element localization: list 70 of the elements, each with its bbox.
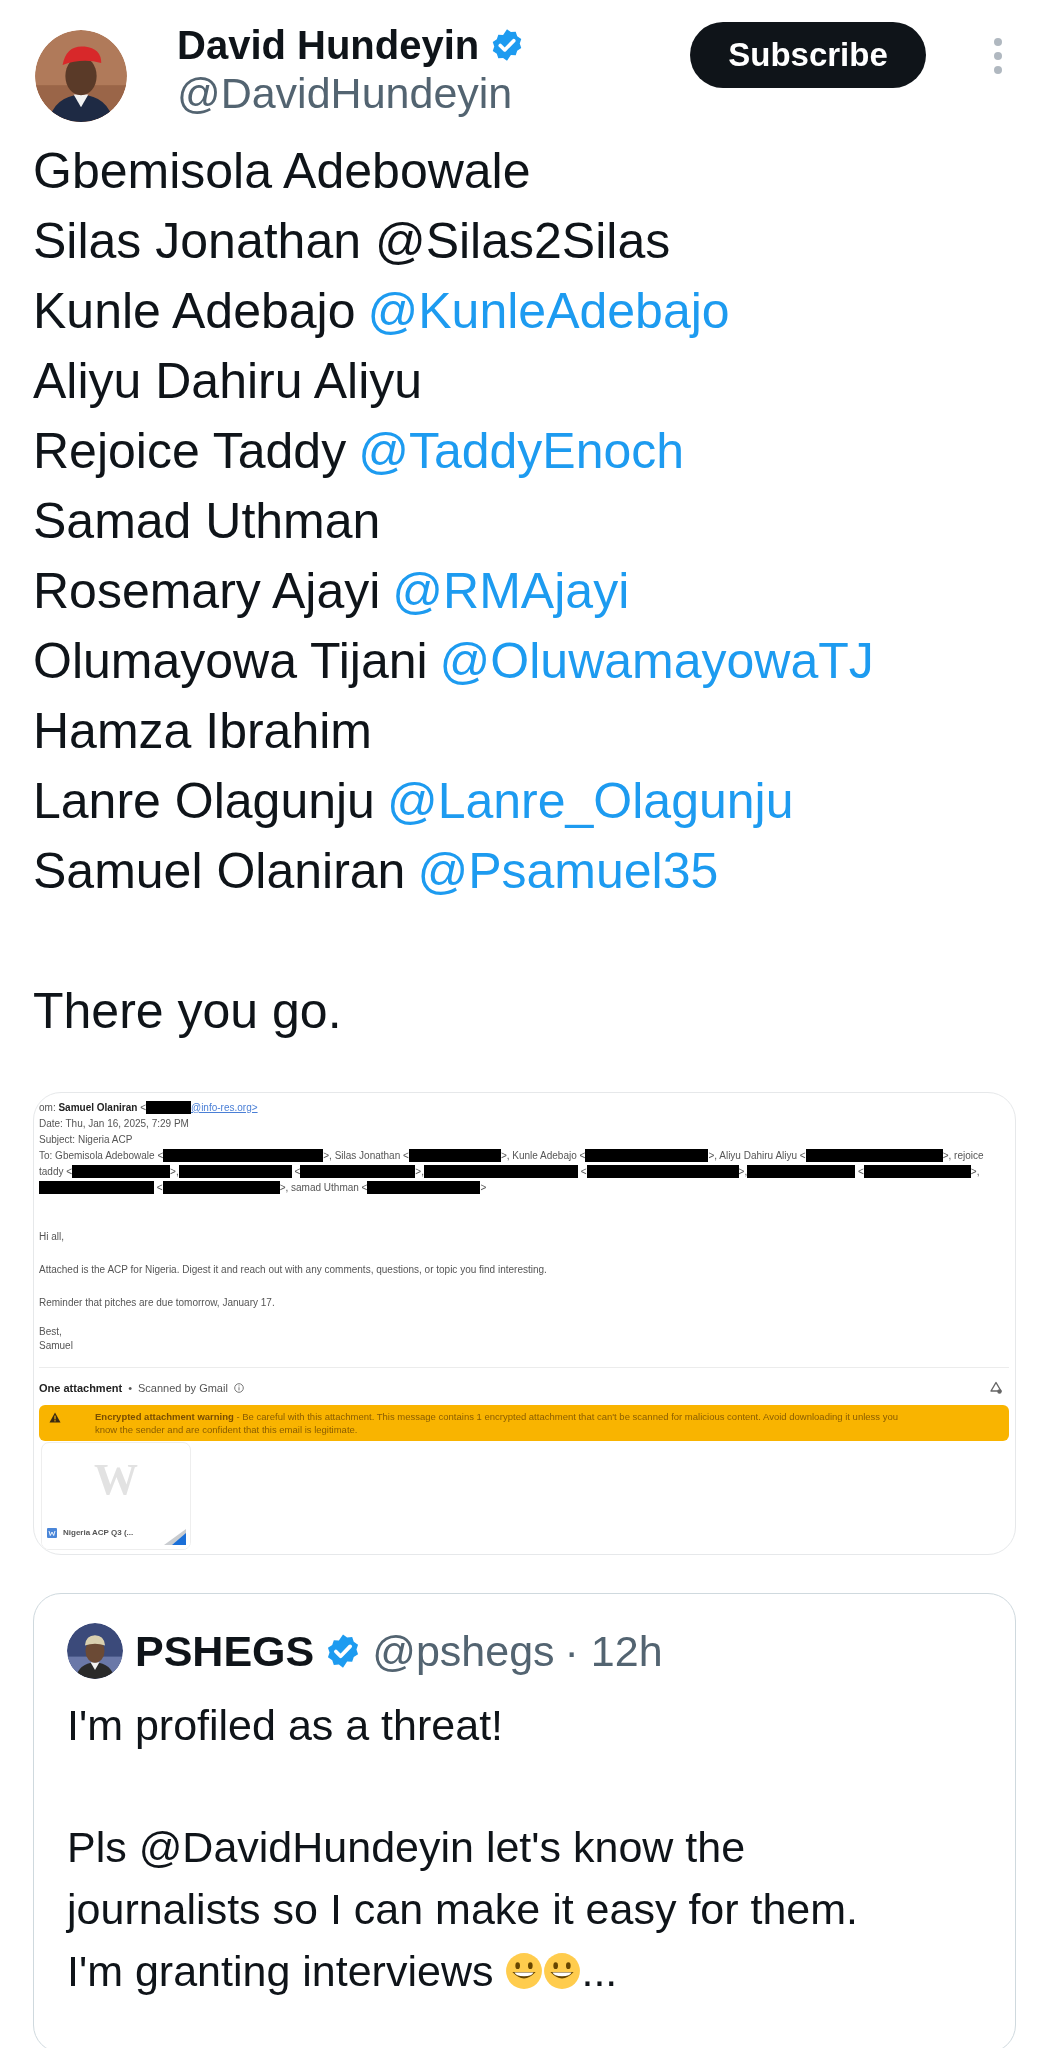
- separator-dot: •: [128, 1381, 132, 1396]
- email-signoff: Samuel: [39, 1339, 74, 1353]
- email-address-link[interactable]: @info-res.org>: [191, 1099, 258, 1115]
- email-header-text: >, Kunle Adebajo <: [500, 1148, 586, 1163]
- corner-fold-icon: [164, 1528, 186, 1545]
- quoted-tweet-text: I'm profiled as a threat!: [67, 1699, 505, 1751]
- more-options-icon[interactable]: [992, 36, 1004, 76]
- redaction-bar: [146, 1100, 191, 1114]
- grinning-face-icon: [543, 1951, 582, 1990]
- author-handle[interactable]: @DavidHundeyin: [177, 68, 526, 118]
- add-to-drive-icon[interactable]: [989, 1381, 1003, 1396]
- email-header-text: >,: [415, 1164, 424, 1179]
- word-document-icon: [47, 1527, 57, 1538]
- journalist-name: Gbemisola Adebowale: [33, 142, 531, 201]
- email-header-text: <: [579, 1164, 587, 1179]
- email-header-text: Date: Thu, Jan 16, 2025, 7:29 PM: [39, 1116, 189, 1131]
- journalist-name: Olumayowa Tijani: [33, 632, 428, 691]
- email-header-text: <: [857, 1164, 864, 1179]
- email-body-text: Reminder that pitches are due tomorrow, January 17.: [39, 1296, 276, 1310]
- email-header-text: taddy <: [39, 1164, 73, 1179]
- journalist-name: Hamza Ibrahim: [33, 702, 372, 761]
- journalist-name: Rosemary Ajayi: [33, 562, 381, 621]
- email-header-text: >: [480, 1180, 487, 1195]
- attachment-filename: Nigeria ACP Q3 (...: [63, 1526, 134, 1539]
- warning-icon: [49, 1411, 61, 1423]
- info-icon[interactable]: [233, 1383, 244, 1394]
- email-header-text: >, samad Uthman <: [279, 1180, 368, 1195]
- journalist-name: Kunle Adebajo: [33, 282, 356, 341]
- mention-link[interactable]: @RMAjayi: [392, 556, 630, 626]
- email-header-text: >,: [170, 1164, 179, 1179]
- email-header-text: <: [293, 1164, 301, 1179]
- scan-note: Scanned by Gmail: [138, 1381, 228, 1396]
- post-time: · 12h: [564, 1626, 663, 1677]
- email-body-text: Hi all,: [39, 1230, 65, 1244]
- subscribe-button[interactable]: Subscribe: [690, 22, 926, 88]
- quoted-tweet-text: Pls @DavidHundeyin let's know the: [67, 1821, 746, 1873]
- mention-link[interactable]: @KunleAdebajo: [367, 276, 730, 346]
- mention-link[interactable]: @TaddyEnoch: [358, 416, 685, 486]
- attachment-count: One attachment: [39, 1381, 123, 1396]
- quoted-author-name: PSHEGS: [135, 1626, 315, 1677]
- author-name[interactable]: David Hundeyin: [177, 22, 480, 68]
- email-signoff: Best,: [39, 1325, 63, 1339]
- quoted-tweet-text: I'm granting interviews: [67, 1945, 494, 1997]
- grinning-face-icon: [505, 1951, 544, 1990]
- email-header-text: >, Aliyu Dahiru Aliyu <: [708, 1148, 806, 1163]
- journalist-name: Aliyu Dahiru Aliyu: [33, 352, 423, 411]
- journalist-name: Samuel Olaniran: [33, 842, 406, 901]
- email-body-text: Attached is the ACP for Nigeria. Digest it and reach out with any comments, questions, or topic you find interesting.: [39, 1263, 548, 1277]
- warning-text: Encrypted attachment warning - Be careful with this attachment. This message contains 1 encrypted attachment that can't be scanned for malicious content. Avoid downloading it unless you know the sender and are confident that this email is legitimate.: [95, 1409, 900, 1436]
- email-header-text: >, rejoice: [942, 1148, 984, 1163]
- email-header-text: >, Silas Jonathan <: [323, 1148, 409, 1163]
- mention-link[interactable]: @Lanre_Olagunju: [386, 766, 794, 836]
- journalist-name: Rejoice Taddy: [33, 422, 347, 481]
- mention-link[interactable]: @Psamuel35: [417, 836, 719, 906]
- email-header-text: >,: [970, 1164, 980, 1179]
- tweet-text: There you go.: [33, 982, 343, 1041]
- quoted-author-handle: @pshegs: [372, 1626, 555, 1677]
- email-header-text: om:: [39, 1100, 57, 1115]
- email-header-text: >,: [738, 1164, 748, 1179]
- journalist-name: Lanre Olagunju: [33, 772, 375, 831]
- email-header-text: <: [139, 1100, 146, 1115]
- journalist-name: Silas Jonathan @Silas2Silas: [33, 212, 671, 271]
- email-header-text: <: [155, 1180, 163, 1195]
- journalist-name: Samad Uthman: [33, 492, 381, 551]
- ellipsis: ...: [581, 1945, 618, 1997]
- email-header-text: To: Gbemisola Adebowale <: [39, 1148, 164, 1163]
- quoted-tweet-text: journalists so I can make it easy for them.: [67, 1883, 859, 1935]
- mention-link[interactable]: @OluwamayowaTJ: [439, 626, 874, 696]
- sender-name: Samuel Olaniran: [58, 1100, 138, 1115]
- email-header-text: Subject: Nigeria ACP: [39, 1132, 133, 1147]
